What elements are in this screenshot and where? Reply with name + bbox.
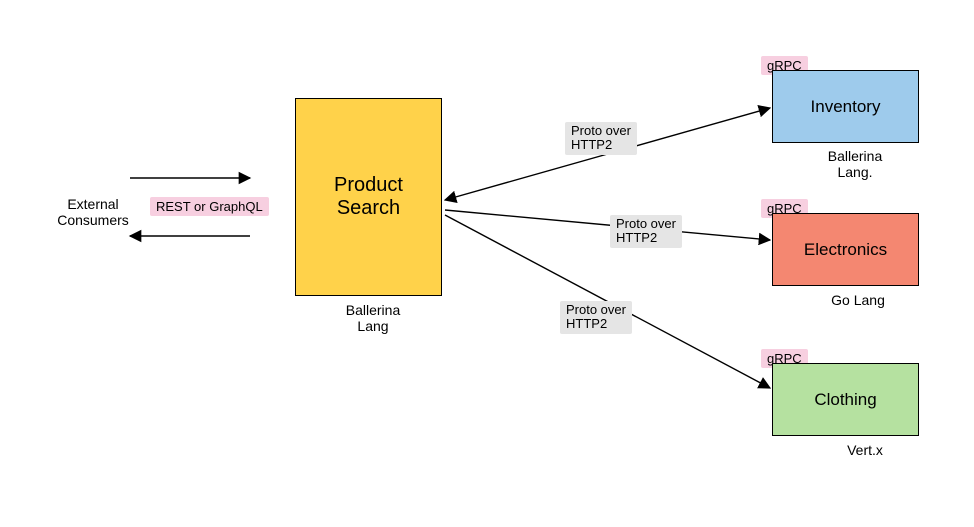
electronics-box: Electronics bbox=[772, 213, 919, 286]
edge-label-electronics: Proto overHTTP2 bbox=[610, 215, 682, 248]
api-protocol-tag: REST or GraphQL bbox=[150, 197, 269, 216]
product-search-box: ProductSearch bbox=[295, 98, 442, 296]
inventory-title: Inventory bbox=[811, 97, 881, 117]
inventory-caption: BallerinaLang. bbox=[810, 148, 900, 180]
arrow-electronics bbox=[445, 210, 770, 240]
edge-label-clothing: Proto overHTTP2 bbox=[560, 301, 632, 334]
product-search-caption: BallerinaLang bbox=[328, 302, 418, 334]
edge-label-inventory: Proto overHTTP2 bbox=[565, 122, 637, 155]
inventory-box: Inventory bbox=[772, 70, 919, 143]
product-search-title: ProductSearch bbox=[334, 174, 403, 220]
electronics-caption: Go Lang bbox=[813, 292, 903, 308]
electronics-title: Electronics bbox=[804, 240, 887, 260]
external-consumers-label: ExternalConsumers bbox=[48, 196, 138, 228]
clothing-title: Clothing bbox=[814, 390, 876, 410]
clothing-box: Clothing bbox=[772, 363, 919, 436]
clothing-caption: Vert.x bbox=[820, 442, 910, 458]
